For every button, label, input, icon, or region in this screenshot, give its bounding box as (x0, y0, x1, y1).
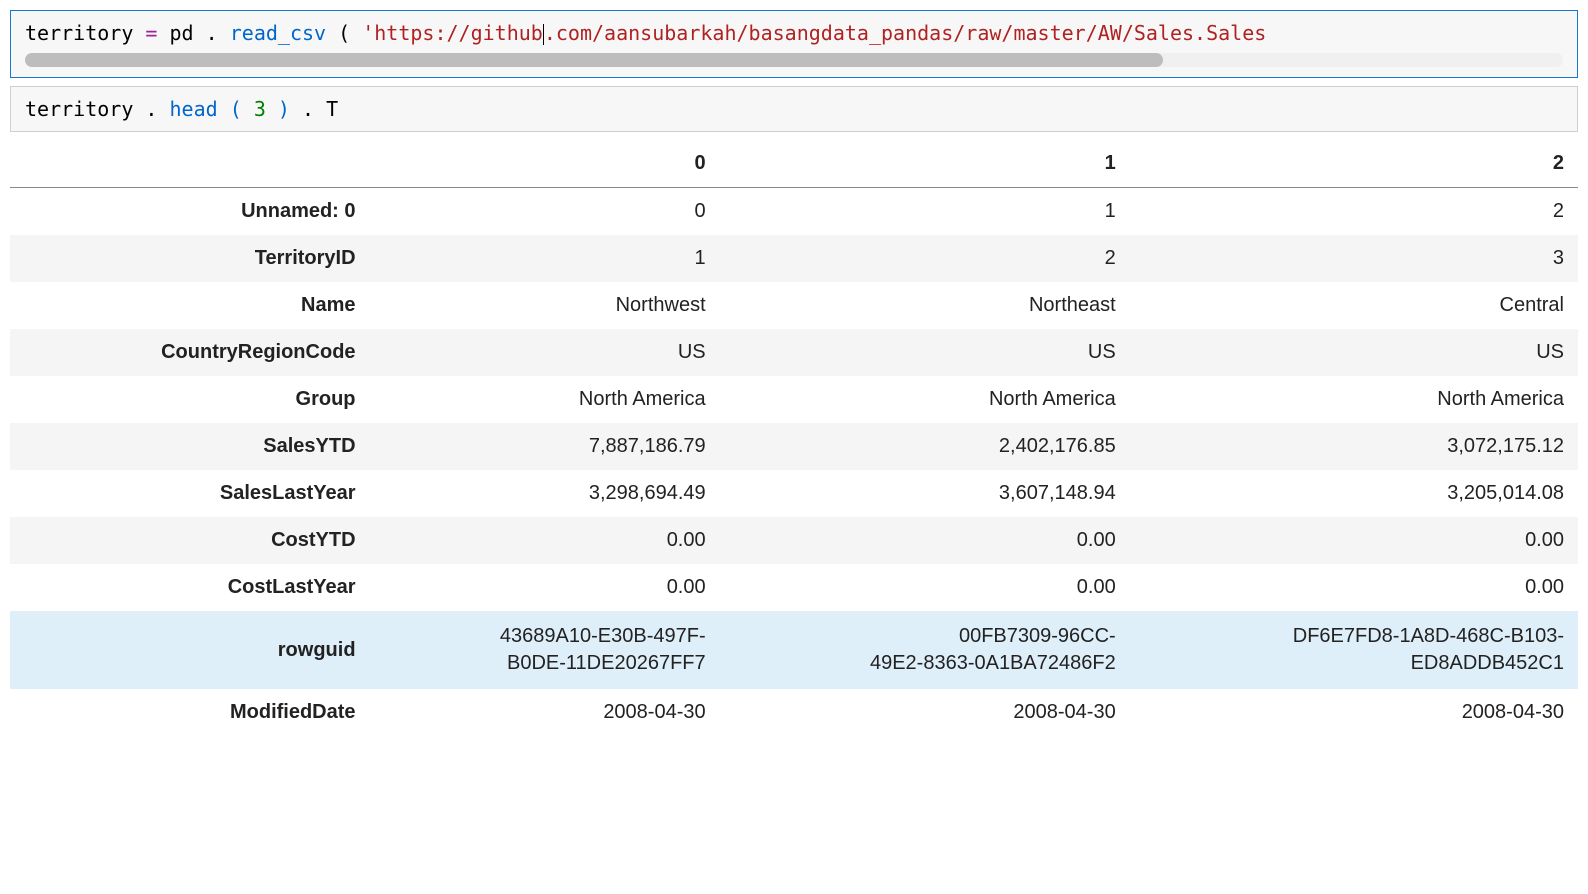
table-row: SalesYTD7,887,186.792,402,176.853,072,17… (10, 423, 1578, 470)
code-token: = (145, 21, 169, 45)
table-row: CountryRegionCodeUSUSUS (10, 329, 1578, 376)
dataframe-cell: 2 (720, 235, 1130, 282)
dataframe-cell: 0 (370, 188, 720, 236)
dataframe-cell: 3 (1130, 235, 1578, 282)
dataframe-cell: Central (1130, 282, 1578, 329)
dataframe-cell: US (720, 329, 1130, 376)
dataframe-cell: 0.00 (720, 564, 1130, 611)
table-row: NameNorthwestNortheastCentral (10, 282, 1578, 329)
dataframe-cell: 1 (720, 188, 1130, 236)
dataframe-row-label: Group (10, 376, 370, 423)
dataframe-cell: 3,072,175.12 (1130, 423, 1578, 470)
dataframe-cell: 3,205,014.08 (1130, 470, 1578, 517)
code-token: territory (25, 21, 133, 45)
dataframe-cell: US (1130, 329, 1578, 376)
code-token: .com/aansubarkah/basangdata_pandas/raw/m… (544, 21, 1266, 45)
code-token: . (145, 97, 157, 121)
dataframe-row-label: Unnamed: 0 (10, 188, 370, 236)
code-cell-2[interactable]: territory . head ( 3 ) . T (10, 86, 1578, 132)
code-token: territory (25, 97, 133, 121)
dataframe-cell: 0.00 (370, 564, 720, 611)
table-row: GroupNorth AmericaNorth AmericaNorth Ame… (10, 376, 1578, 423)
dataframe-cell: 1 (370, 235, 720, 282)
table-row: TerritoryID123 (10, 235, 1578, 282)
code-token: ( (230, 97, 242, 121)
dataframe-row-label: Name (10, 282, 370, 329)
dataframe-cell: 2 (1130, 188, 1578, 236)
dataframe-cell: Northwest (370, 282, 720, 329)
dataframe-cell: 2,402,176.85 (720, 423, 1130, 470)
dataframe-cell: North America (720, 376, 1130, 423)
dataframe-column-header: 1 (720, 140, 1130, 188)
dataframe-cell: 0.00 (370, 517, 720, 564)
dataframe-header-row: 012 (10, 140, 1578, 188)
dataframe-column-header: 0 (370, 140, 720, 188)
dataframe-row-label: CostLastYear (10, 564, 370, 611)
dataframe-body: Unnamed: 0012TerritoryID123NameNorthwest… (10, 188, 1578, 737)
dataframe-corner-cell (10, 140, 370, 188)
dataframe-thead: 012 (10, 140, 1578, 188)
code-token: head (170, 97, 218, 121)
dataframe-cell: 7,887,186.79 (370, 423, 720, 470)
horizontal-scrollbar-thumb[interactable] (25, 53, 1163, 67)
code-token: . (302, 97, 314, 121)
dataframe-row-label: SalesYTD (10, 423, 370, 470)
dataframe-cell: 3,607,148.94 (720, 470, 1130, 517)
code-cell-2-content[interactable]: territory . head ( 3 ) . T (25, 97, 1563, 121)
code-token: ( (338, 21, 350, 45)
code-cell-1[interactable]: territory = pd . read_csv ( 'https://git… (10, 10, 1578, 78)
dataframe-row-label: CostYTD (10, 517, 370, 564)
dataframe-cell: North America (1130, 376, 1578, 423)
code-token: 'https://github (362, 21, 543, 45)
dataframe-cell: 0.00 (720, 517, 1130, 564)
dataframe-cell: 2008-04-30 (720, 689, 1130, 736)
table-row: SalesLastYear3,298,694.493,607,148.943,2… (10, 470, 1578, 517)
code-cell-1-content[interactable]: territory = pd . read_csv ( 'https://git… (25, 21, 1563, 45)
dataframe-cell: 0.00 (1130, 564, 1578, 611)
dataframe-table: 012 Unnamed: 0012TerritoryID123NameNorth… (10, 140, 1578, 736)
dataframe-row-label: ModifiedDate (10, 689, 370, 736)
dataframe-cell: Northeast (720, 282, 1130, 329)
table-row: Unnamed: 0012 (10, 188, 1578, 236)
code-token: read_csv (230, 21, 326, 45)
table-row: CostYTD0.000.000.00 (10, 517, 1578, 564)
dataframe-column-header: 2 (1130, 140, 1578, 188)
dataframe-cell: North America (370, 376, 720, 423)
table-row: rowguid43689A10-E30B-497F-B0DE-11DE20267… (10, 611, 1578, 689)
dataframe-row-label: rowguid (10, 611, 370, 689)
dataframe-cell: 00FB7309-96CC-49E2-8363-0A1BA72486F2 (720, 611, 1130, 689)
dataframe-row-label: CountryRegionCode (10, 329, 370, 376)
code-token: T (326, 97, 338, 121)
horizontal-scrollbar-track[interactable] (25, 53, 1563, 67)
output-dataframe: 012 Unnamed: 0012TerritoryID123NameNorth… (10, 140, 1578, 736)
dataframe-cell: 2008-04-30 (370, 689, 720, 736)
dataframe-row-label: SalesLastYear (10, 470, 370, 517)
code-token: pd (170, 21, 194, 45)
table-row: CostLastYear0.000.000.00 (10, 564, 1578, 611)
table-row: ModifiedDate2008-04-302008-04-302008-04-… (10, 689, 1578, 736)
dataframe-cell: 0.00 (1130, 517, 1578, 564)
code-token: . (206, 21, 218, 45)
dataframe-row-label: TerritoryID (10, 235, 370, 282)
dataframe-cell: 2008-04-30 (1130, 689, 1578, 736)
dataframe-cell: US (370, 329, 720, 376)
code-token: 3 (254, 97, 266, 121)
dataframe-cell: 3,298,694.49 (370, 470, 720, 517)
dataframe-cell: DF6E7FD8-1A8D-468C-B103-ED8ADDB452C1 (1130, 611, 1578, 689)
dataframe-cell: 43689A10-E30B-497F-B0DE-11DE20267FF7 (370, 611, 720, 689)
code-token: ) (278, 97, 290, 121)
